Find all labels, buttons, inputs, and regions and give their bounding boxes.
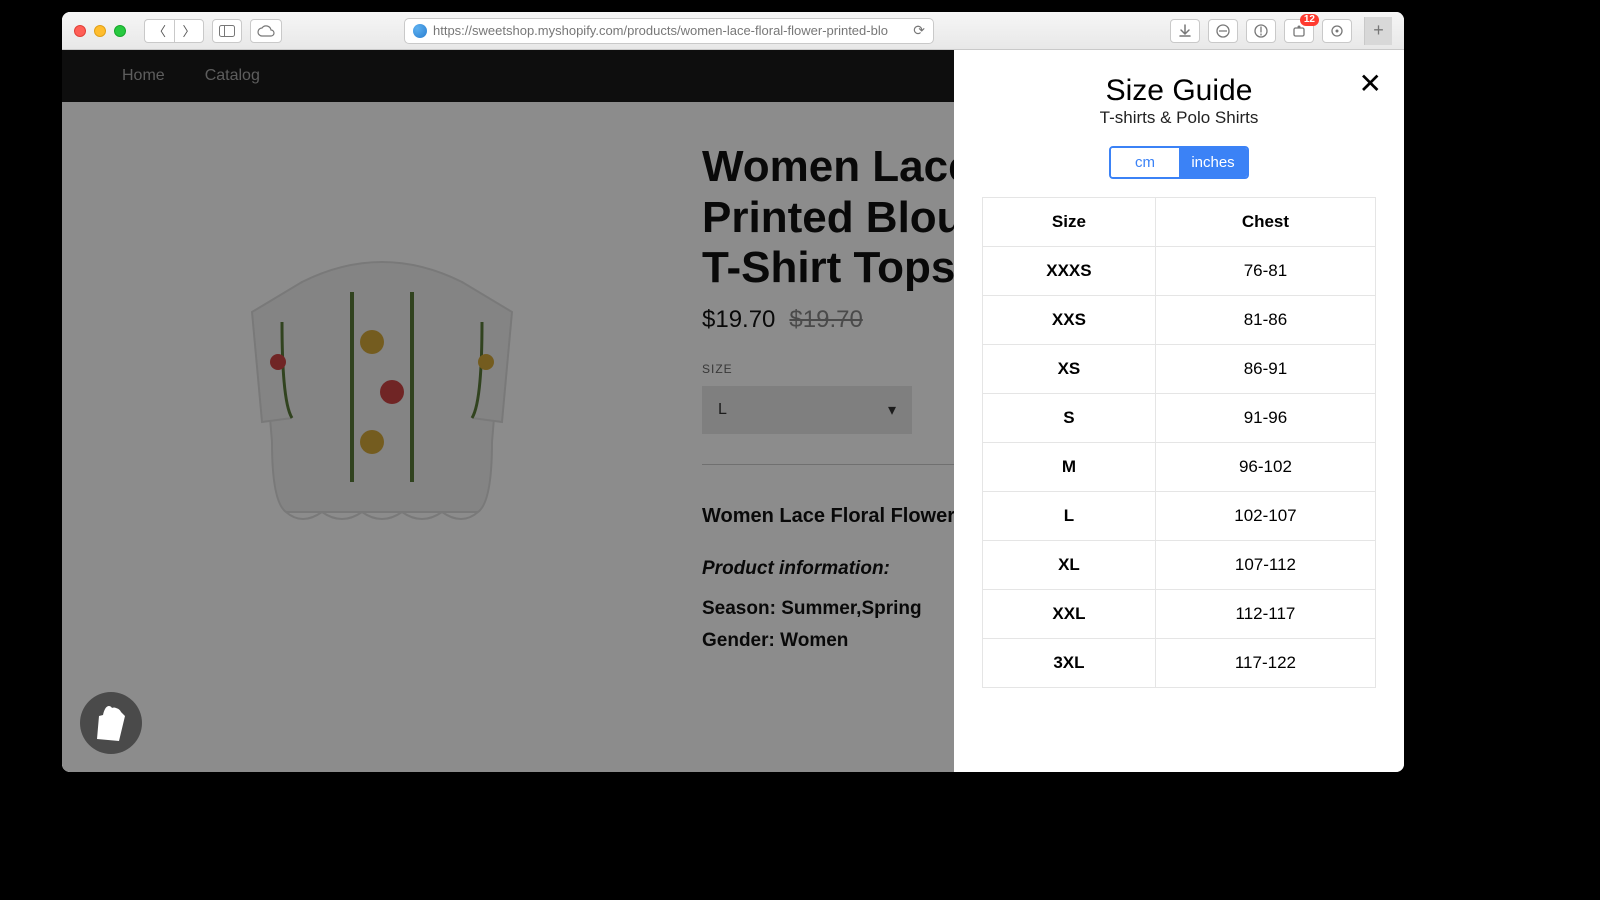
downloads-button[interactable]: [1170, 19, 1200, 43]
size-cell: M: [983, 443, 1156, 492]
sidebar-button[interactable]: [212, 19, 242, 43]
table-row: XS86-91: [983, 345, 1376, 394]
chest-cell: 96-102: [1155, 443, 1375, 492]
size-cell: XS: [983, 345, 1156, 394]
content-area: Home Catalog: [62, 50, 1404, 772]
reload-button[interactable]: ⟳: [913, 22, 925, 39]
table-row: S91-96: [983, 394, 1376, 443]
size-table: Size Chest XXXS76-81XXS81-86XS86-91S91-9…: [982, 197, 1376, 688]
extension-button[interactable]: 12: [1284, 19, 1314, 43]
col-chest: Chest: [1155, 198, 1375, 247]
chest-cell: 107-112: [1155, 541, 1375, 590]
size-guide-title: Size Guide: [982, 74, 1376, 108]
forward-button[interactable]: 〉: [174, 19, 204, 43]
privacy-button[interactable]: [1246, 19, 1276, 43]
unit-inches-button[interactable]: inches: [1179, 148, 1247, 177]
toolbar-right: 12 +: [1170, 17, 1392, 45]
size-guide-subtitle: T-shirts & Polo Shirts: [982, 108, 1376, 128]
extension-badge: 12: [1300, 14, 1319, 26]
size-cell: XXXS: [983, 247, 1156, 296]
back-button[interactable]: 〈: [144, 19, 174, 43]
chest-cell: 76-81: [1155, 247, 1375, 296]
site-icon: [413, 24, 427, 38]
size-cell: S: [983, 394, 1156, 443]
size-cell: L: [983, 492, 1156, 541]
chest-cell: 112-117: [1155, 590, 1375, 639]
share-button[interactable]: [1322, 19, 1352, 43]
window-controls: [74, 25, 126, 37]
close-window-button[interactable]: [74, 25, 86, 37]
unit-cm-button[interactable]: cm: [1111, 148, 1179, 177]
chest-cell: 117-122: [1155, 639, 1375, 688]
col-size: Size: [983, 198, 1156, 247]
titlebar: 〈 〉 https://sweetshop.myshopify.com/prod…: [62, 12, 1404, 50]
size-cell: XXS: [983, 296, 1156, 345]
address-bar[interactable]: https://sweetshop.myshopify.com/products…: [404, 18, 934, 44]
table-row: XXL112-117: [983, 590, 1376, 639]
chest-cell: 86-91: [1155, 345, 1375, 394]
maximize-window-button[interactable]: [114, 25, 126, 37]
size-guide-drawer: ✕ Size Guide T-shirts & Polo Shirts cm i…: [954, 50, 1404, 772]
chest-cell: 81-86: [1155, 296, 1375, 345]
reader-button[interactable]: [1208, 19, 1238, 43]
size-cell: XL: [983, 541, 1156, 590]
new-tab-button[interactable]: +: [1364, 17, 1392, 45]
browser-window: 〈 〉 https://sweetshop.myshopify.com/prod…: [62, 12, 1404, 772]
shopify-chat-badge[interactable]: [80, 692, 142, 754]
chest-cell: 102-107: [1155, 492, 1375, 541]
table-row: XL107-112: [983, 541, 1376, 590]
nav-buttons: 〈 〉: [144, 19, 204, 43]
close-drawer-button[interactable]: ✕: [1359, 70, 1382, 98]
table-row: XXS81-86: [983, 296, 1376, 345]
chest-cell: 91-96: [1155, 394, 1375, 443]
table-row: XXXS76-81: [983, 247, 1376, 296]
table-row: L102-107: [983, 492, 1376, 541]
table-row: 3XL117-122: [983, 639, 1376, 688]
size-cell: 3XL: [983, 639, 1156, 688]
size-cell: XXL: [983, 590, 1156, 639]
cloud-button[interactable]: [250, 19, 282, 43]
url-text: https://sweetshop.myshopify.com/products…: [433, 23, 888, 38]
minimize-window-button[interactable]: [94, 25, 106, 37]
table-row: M96-102: [983, 443, 1376, 492]
unit-toggle: cm inches: [1109, 146, 1249, 179]
